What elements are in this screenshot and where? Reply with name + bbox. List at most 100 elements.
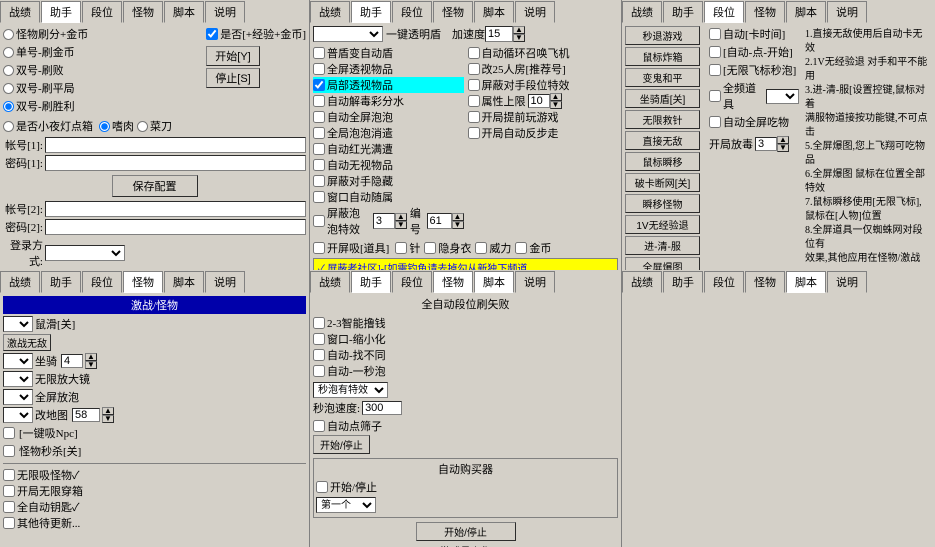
select-fullbubble[interactable] (3, 389, 33, 405)
btn-退出游戏[interactable]: 秒退游戏 (625, 26, 700, 45)
bubble-num[interactable] (373, 213, 395, 229)
cb-fullscreen-trans[interactable] (313, 63, 325, 75)
bubble-speed-input[interactable] (362, 401, 402, 415)
tab-段位-br[interactable]: 段位 (704, 271, 744, 293)
tab-脚本-tm[interactable]: 脚本 (474, 1, 514, 23)
cb-early-play[interactable] (468, 111, 480, 123)
tab-段位-tm[interactable]: 段位 (392, 1, 432, 23)
map-num[interactable] (72, 408, 100, 422)
bianhao-down[interactable]: ▼ (452, 221, 464, 229)
cb-auto-shield[interactable] (313, 47, 325, 59)
cb-block-hide[interactable] (313, 175, 325, 187)
tab-脚本-br[interactable]: 脚本 (786, 271, 826, 293)
start-button[interactable]: 开始[Y] (206, 46, 259, 66)
cb-open-breath[interactable] (313, 242, 325, 254)
cb-absorb-npc[interactable] (3, 427, 15, 439)
cb-auto-backstep[interactable] (468, 127, 480, 139)
cb-auto-plane[interactable] (468, 47, 480, 59)
attr-limit-input[interactable] (528, 94, 550, 108)
cb-invisible[interactable] (424, 242, 436, 254)
radio-blade[interactable] (137, 121, 148, 132)
cb-auto-bubble[interactable] (313, 111, 325, 123)
cb-power[interactable] (475, 242, 487, 254)
mount-num[interactable] (61, 354, 83, 368)
cb-auto-dice[interactable] (313, 420, 325, 432)
attr-down[interactable]: ▼ (550, 101, 562, 109)
login-method-select[interactable] (45, 245, 125, 261)
radio-double-draw[interactable] (3, 83, 14, 94)
tab-怪物-tm[interactable]: 怪物 (433, 1, 473, 23)
radio-double-loss[interactable] (3, 65, 14, 76)
tab-脚本-tl[interactable]: 脚本 (164, 1, 204, 23)
select-magnify[interactable] (3, 371, 33, 387)
select-mount[interactable] (3, 353, 33, 369)
btn-直接无敌[interactable]: 直接无敌 (625, 131, 700, 150)
cb-infinite-absorb[interactable] (3, 469, 15, 481)
radio-meat[interactable] (99, 121, 110, 132)
radio-double-win[interactable] (3, 101, 14, 112)
accel-input[interactable] (485, 26, 513, 42)
cb-25room[interactable] (468, 63, 480, 75)
cb-auto-buy-startstop[interactable] (316, 481, 328, 493)
cb-monster-kill[interactable] (3, 445, 15, 457)
btn-game-min[interactable]: 开始/停止 (416, 522, 516, 541)
accel-down[interactable]: ▼ (513, 34, 525, 42)
cb-needle[interactable] (395, 242, 407, 254)
poison-down[interactable]: ▼ (777, 144, 789, 152)
tab-助手-bl[interactable]: 助手 (41, 271, 81, 293)
cb-window-small[interactable] (313, 333, 325, 345)
password2-input[interactable] (45, 219, 306, 235)
tab-脚本-tr[interactable]: 脚本 (786, 1, 826, 23)
cb-auto-key[interactable] (3, 501, 15, 513)
cb-open-thru-box[interactable] (3, 485, 15, 497)
map-down[interactable]: ▼ (102, 415, 114, 423)
password1-input[interactable] (45, 155, 306, 171)
tab-说明-tl[interactable]: 说明 (205, 1, 245, 23)
tab-段位-tr[interactable]: 段位 (704, 1, 744, 23)
select-mouse-slide[interactable] (3, 316, 33, 332)
account2-input[interactable] (45, 201, 306, 217)
cb-find-diff[interactable] (313, 349, 325, 361)
cb-infinite-dart[interactable] (709, 64, 721, 76)
btn-鼠标炸箱[interactable]: 鼠标炸箱 (625, 47, 700, 66)
bubble-down[interactable]: ▼ (395, 221, 407, 229)
tab-说明-tr[interactable]: 说明 (827, 1, 867, 23)
bianhao-input[interactable] (427, 213, 452, 229)
tab-战绩-bm[interactable]: 战绩 (310, 271, 350, 293)
tab-说明-br[interactable]: 说明 (827, 271, 867, 293)
tab-助手-tl[interactable]: 助手 (41, 1, 81, 23)
tab-段位-bm[interactable]: 段位 (392, 271, 432, 293)
tab-怪物-bl[interactable]: 怪物 (123, 271, 163, 293)
cb-attr-limit[interactable] (468, 95, 480, 107)
tab-助手-tm[interactable]: 助手 (351, 1, 391, 23)
select-change-map[interactable] (3, 407, 33, 423)
cb-auto-window[interactable] (313, 191, 325, 203)
tab-战绩-tl[interactable]: 战绩 (0, 1, 40, 23)
radio-single-coin[interactable] (3, 47, 14, 58)
tab-怪物-bm[interactable]: 怪物 (433, 271, 473, 293)
cb-auto-red[interactable] (313, 143, 325, 155)
tab-战绩-tr[interactable]: 战绩 (622, 1, 662, 23)
cb-local-trans[interactable] (313, 79, 325, 91)
auto-shield-dropdown[interactable] (313, 26, 383, 42)
tab-战绩-br[interactable]: 战绩 (622, 271, 662, 293)
btn-激战无敌[interactable]: 激战无敌 (3, 334, 51, 351)
save-config-button[interactable]: 保存配置 (112, 175, 198, 197)
btn-1v无经验退[interactable]: 1V无经验退 (625, 215, 700, 234)
cb-smart-money[interactable] (313, 317, 325, 329)
btn-瞬移怪物[interactable]: 瞬移怪物 (625, 194, 700, 213)
account1-input[interactable] (45, 137, 306, 153)
tab-脚本-bl[interactable]: 脚本 (164, 271, 204, 293)
btn-start-stop[interactable]: 开始/停止 (313, 435, 370, 454)
cb-no-item[interactable] (313, 159, 325, 171)
tab-说明-bm[interactable]: 说明 (515, 271, 555, 293)
tab-段位-tl[interactable]: 段位 (82, 1, 122, 23)
cb-coin[interactable] (515, 242, 527, 254)
mount-down[interactable]: ▼ (85, 361, 97, 369)
cb-all-items[interactable] (709, 90, 721, 102)
btn-全屏爆图[interactable]: 全屏爆图 (625, 257, 700, 270)
first-option-select[interactable]: 第一个 (316, 497, 376, 513)
cb-auto-eat[interactable] (709, 116, 721, 128)
tab-助手-tr[interactable]: 助手 (663, 1, 703, 23)
radio-monster-score[interactable] (3, 29, 14, 40)
